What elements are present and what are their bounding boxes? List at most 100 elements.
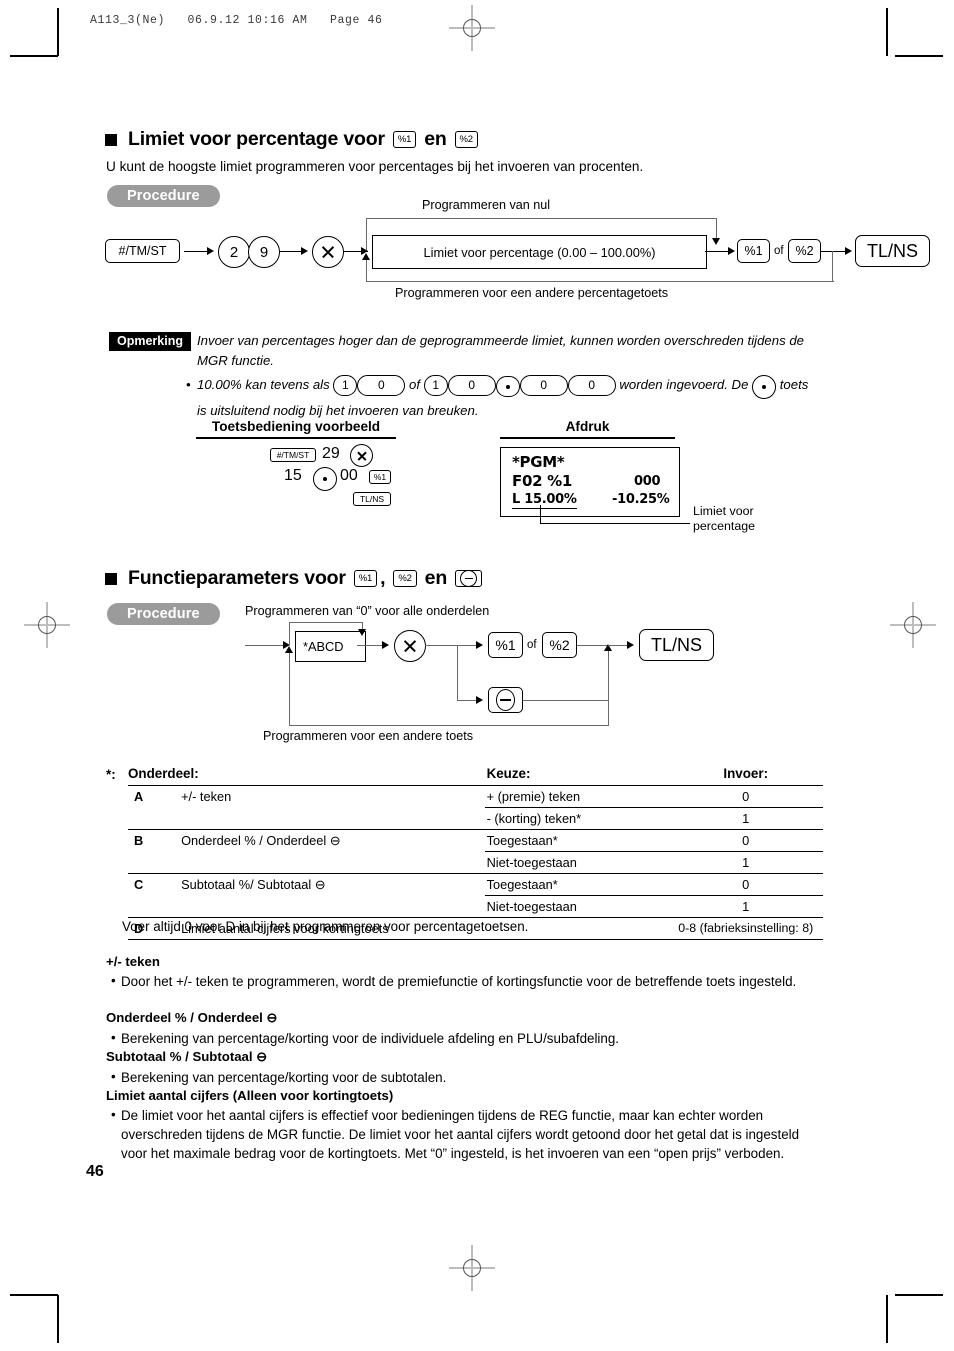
flow-conjunction-of: of — [774, 245, 784, 257]
parameters-table: Onderdeel: Keuze: Invoer: A +/- teken + … — [128, 765, 823, 940]
table-row: B Onderdeel % / Onderdeel ⊖ Toegestaan* … — [128, 829, 823, 874]
note-body-3: De limiet voor het aantal cijfers is eff… — [110, 1105, 826, 1163]
key-digit-0-d: 0 — [567, 374, 616, 396]
bullet-square-icon — [105, 572, 117, 585]
row-choice-b1: Toegestaan* — [484, 829, 669, 852]
table-header: Onderdeel: Keuze: Invoer: — [128, 765, 823, 786]
row-value-a2: 1 — [668, 807, 823, 830]
example-column-1-title: Toetsbediening voorbeeld — [211, 419, 381, 434]
arrow-right-icon — [728, 246, 735, 255]
arrow-right-icon — [627, 640, 634, 649]
flow2-merge-lower — [523, 699, 609, 701]
flow-line — [280, 250, 302, 252]
key-multiply-example — [350, 444, 373, 467]
key-tm-st: #/TM/ST — [105, 239, 180, 263]
table-header-keuze: Keuze: — [486, 766, 531, 781]
receipt-line-f02-left: F02 %1 — [512, 472, 573, 490]
note-heading-1: Onderdeel % / Onderdeel ⊖ — [106, 1010, 278, 1026]
key-percent1-inline: %1 — [353, 570, 378, 587]
key-percent2-inline: %2 — [393, 570, 417, 587]
row-choice-b2: Niet-toegestaan — [484, 851, 669, 874]
note-bullet-1: Berekening van percentage/korting voor d… — [110, 1028, 822, 1048]
arrow-right-icon — [207, 246, 214, 255]
row-choice-c2: Niet-toegestaan — [484, 895, 669, 918]
section-2-heading: Functieparameters voor %1, %2 en — [105, 567, 483, 590]
flow-label-top: Programmeren van nul — [422, 198, 551, 212]
note-item-2-text-c: toets — [779, 376, 809, 392]
example-column-2-rule — [500, 437, 675, 439]
key-digit-9: 9 — [248, 236, 280, 268]
section-2-heading-conj: en — [424, 567, 448, 589]
row-value-b1: 0 — [668, 829, 823, 852]
table-star-marker: *: — [106, 767, 116, 782]
note-heading-1-text: Onderdeel % / Onderdeel ⊖ — [106, 1010, 278, 1025]
table-body: A +/- teken + (premie) teken 0 - (kortin… — [128, 785, 823, 940]
example-column-1-rule — [196, 437, 396, 439]
key-percent2-inline: %2 — [454, 131, 478, 148]
flow2-split-line — [425, 644, 458, 646]
note-body-2: Berekening van percentage/korting voor d… — [110, 1067, 822, 1087]
key-digit-2: 2 — [218, 236, 250, 268]
callout-label-line1: Limiet voor — [693, 504, 754, 518]
callout-leader-horizontal — [540, 523, 690, 525]
row-choice-a2: - (korting) teken* — [484, 807, 669, 830]
key-percent1-2: %1 — [488, 632, 523, 658]
receipt-line-limit-left: L 15.00% — [512, 492, 577, 509]
key-tl-ns-final: TL/NS — [855, 235, 931, 267]
callout-label-line2: percentage — [693, 519, 756, 533]
receipt-line-f02-right: 000 — [634, 474, 661, 489]
flow2-label-bottom: Programmeren voor een andere toets — [263, 729, 474, 743]
row-code-a: A — [134, 789, 144, 804]
procedure-label-1: Procedure — [107, 185, 220, 207]
callout-leader-vertical — [540, 505, 542, 524]
procedure-diagram-1: #/TM/ST 2 9 Limiet voor percentage (0.00… — [100, 198, 931, 302]
example-value-00: 00 — [340, 467, 358, 484]
note-item-1-text: Invoer van percentages hoger dan de gepr… — [197, 333, 804, 368]
key-decimal-point-example — [313, 467, 337, 491]
note-item-2-text-a: 10.00% kan tevens als — [197, 376, 330, 392]
key-percent1-example: %1 — [369, 470, 391, 484]
flow2-return-vertical-left — [289, 653, 291, 726]
key-percent2-2: %2 — [542, 632, 577, 658]
key-tl-ns-2: TL/NS — [639, 629, 715, 661]
minus-circle-icon — [496, 689, 515, 711]
flow2-line — [357, 644, 385, 646]
key-operation-example: #/TM/ST 29 15 00 %1 TL/NS — [270, 444, 400, 506]
flow2-return-vertical-right — [608, 700, 610, 726]
flow2-entry-line — [245, 644, 285, 646]
note-body: Invoer van percentages hoger dan de gepr… — [186, 331, 836, 424]
row-value-c2: 1 — [668, 895, 823, 918]
key-multiply-2 — [394, 630, 426, 662]
section-1-intro: U kunt de hoogste limiet programmeren vo… — [106, 159, 644, 174]
key-digit-1-a: 1 — [333, 374, 358, 396]
key-multiply — [312, 236, 344, 268]
note-badge-label: Opmerking — [110, 333, 190, 350]
example-value-29: 29 — [322, 445, 340, 462]
arrow-up-icon — [362, 253, 370, 260]
row-item-a: +/- teken — [181, 789, 232, 804]
key-percent1: %1 — [737, 239, 770, 263]
key-decimal-point-b — [752, 374, 777, 399]
key-digit-0-b: 0 — [447, 374, 496, 396]
arrow-right-icon — [845, 246, 852, 255]
key-digit-0-a: 0 — [357, 374, 406, 396]
receipt-line-limit-right: -10.25% — [612, 492, 670, 507]
table-row: C Subtotaal %/ Subtotaal ⊖ Toegestaan* 0 — [128, 873, 823, 918]
key-decimal-point-a — [495, 376, 520, 398]
arrow-right-icon — [476, 695, 483, 704]
bypass-line-top-vertical-right — [716, 218, 718, 240]
key-tl-ns-example: TL/NS — [353, 492, 391, 506]
row-code-c: C — [128, 873, 162, 918]
printout-receipt: *PGM* F02 %1 000 L 15.00% -10.25% — [500, 447, 680, 517]
bullet-square-icon — [105, 133, 117, 146]
note-heading-3: Limiet aantal cijfers (Alleen voor korti… — [106, 1088, 394, 1103]
row-choice-c1: Toegestaan* — [484, 873, 669, 896]
note-item-2-of: of — [409, 376, 421, 392]
flow2-merge-vertical — [608, 644, 610, 701]
page-number: 46 — [86, 1163, 104, 1180]
flow2-bypass-horizontal — [289, 622, 363, 624]
flow2-label-top: Programmeren van “0” voor alle onderdele… — [245, 604, 490, 618]
flow2-conjunction-of: of — [527, 639, 537, 651]
procedure-diagram-2: Programmeren van “0” voor alle onderdele… — [245, 600, 715, 743]
note-badge-box: Opmerking — [109, 332, 191, 351]
